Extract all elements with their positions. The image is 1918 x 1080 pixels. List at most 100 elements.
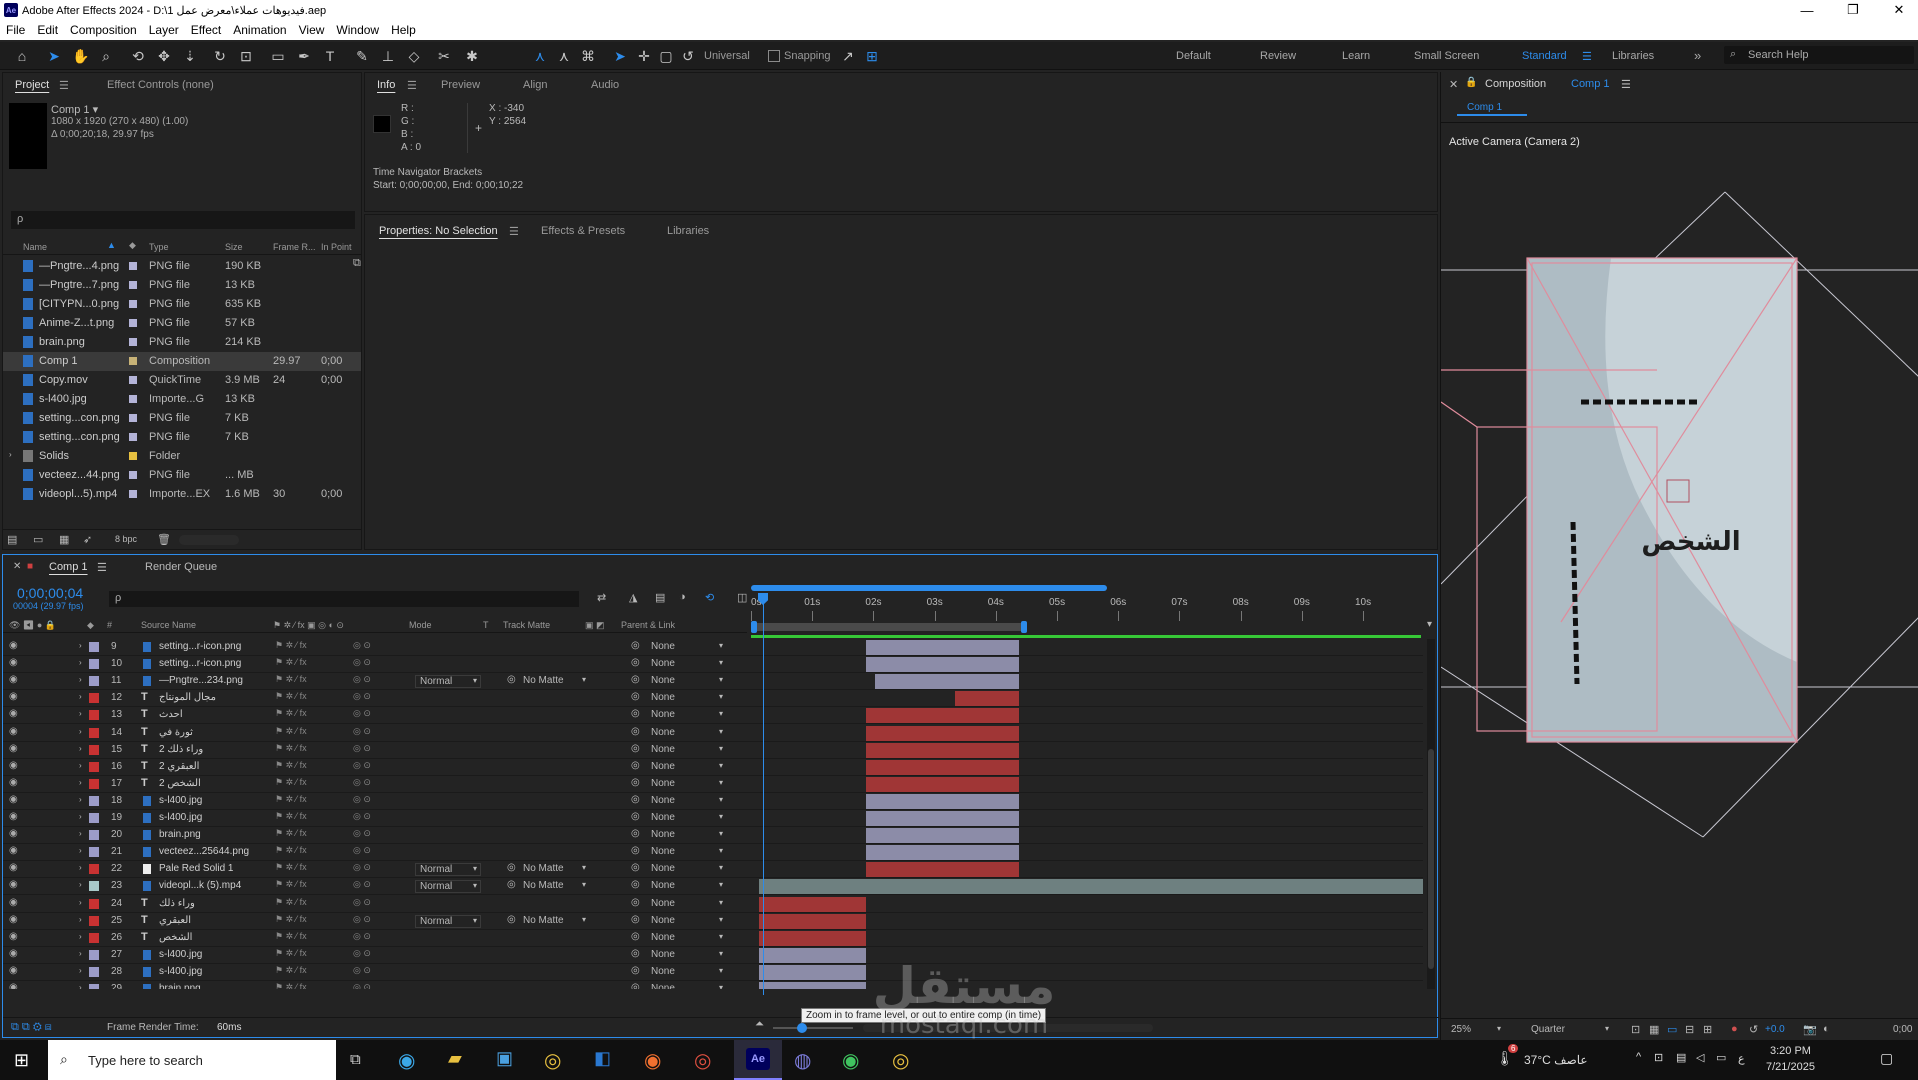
- layer-label-color[interactable]: [89, 727, 99, 738]
- timeline-layer-row[interactable]: ◉ › 14 T ثورة في ⚑ ✲ ⁄ fx ◎ ⊙ ◎ None ▾: [3, 725, 1423, 742]
- layer-3d-icon[interactable]: ◎ ⊙: [353, 811, 371, 822]
- eye-icon[interactable]: ◉: [9, 657, 18, 668]
- layer-label-color[interactable]: [89, 966, 99, 977]
- eye-icon[interactable]: ◉: [9, 897, 18, 908]
- matte-link-icon[interactable]: ◎: [507, 674, 516, 685]
- resolution-dropdown[interactable]: Quarter: [1531, 1024, 1565, 1035]
- interpret-footage-icon[interactable]: ▤: [7, 533, 17, 546]
- layer-3d-icon[interactable]: ◎ ⊙: [353, 828, 371, 839]
- windows-start-icon[interactable]: ⊞: [14, 1050, 29, 1071]
- layer-label-color[interactable]: [89, 778, 99, 789]
- matte-link-icon[interactable]: ◎: [507, 879, 516, 890]
- expand-arrow-icon[interactable]: ›: [79, 829, 82, 838]
- tray-chevron-icon[interactable]: ^: [1636, 1051, 1641, 1063]
- layer-name[interactable]: الشخص: [159, 932, 192, 943]
- expand-arrow-icon[interactable]: ›: [79, 727, 82, 736]
- timeline-layer-row[interactable]: ◉ › 16 T العبقري 2 ⚑ ✲ ⁄ fx ◎ ⊙ ◎ None ▾: [3, 759, 1423, 776]
- layer-duration-bar[interactable]: [866, 759, 1020, 775]
- layer-name[interactable]: vecteez...25644.png: [159, 846, 249, 857]
- expand-arrow-icon[interactable]: ›: [79, 966, 82, 975]
- project-item[interactable]: › Solids Folder: [3, 447, 361, 466]
- tab-project[interactable]: Project: [15, 79, 49, 91]
- layer-3d-icon[interactable]: ◎ ⊙: [353, 914, 371, 925]
- eye-icon[interactable]: ◉: [9, 828, 18, 839]
- timeline-layer-row[interactable]: ◉ › 25 T العبقري ⚑ ✲ ⁄ fx ◎ ⊙ Normal ▾ ◎ No Matte ▾…: [3, 913, 1423, 930]
- new-comp-icon[interactable]: ▦: [59, 533, 69, 546]
- blend-mode-dropdown[interactable]: Normal ▾: [415, 863, 481, 877]
- snap-options-icon[interactable]: ↗: [840, 48, 856, 64]
- comp-flowchart-icon[interactable]: ⇄: [597, 591, 606, 604]
- firefox-icon[interactable]: ◉: [644, 1048, 661, 1073]
- tray-app-icon[interactable]: ⊡: [1654, 1051, 1663, 1064]
- label-color-swatch[interactable]: [129, 452, 137, 460]
- layer-switches[interactable]: ⚑ ✲ ⁄ fx: [275, 657, 307, 668]
- col-size[interactable]: Size: [225, 242, 243, 252]
- layer-3d-icon[interactable]: ◎ ⊙: [353, 982, 371, 989]
- layer-name[interactable]: Pale Red Solid 1: [159, 863, 234, 874]
- layer-duration-bar[interactable]: [954, 691, 1020, 707]
- menu-edit[interactable]: Edit: [31, 23, 64, 37]
- expand-arrow-icon[interactable]: ›: [79, 898, 82, 907]
- layer-label-color[interactable]: [89, 915, 99, 926]
- expand-arrow-icon[interactable]: ›: [79, 778, 82, 787]
- clock-time[interactable]: 3:20 PM: [1770, 1045, 1811, 1057]
- pickwhip-icon[interactable]: ◎: [631, 914, 640, 925]
- layer-label-color[interactable]: [89, 830, 99, 841]
- layer-duration-bar[interactable]: [866, 828, 1020, 844]
- layer-label-color[interactable]: [89, 864, 99, 875]
- comp-tab-name[interactable]: Comp 1: [1571, 78, 1610, 90]
- zoom-slider[interactable]: [773, 1027, 853, 1029]
- exposure-value[interactable]: +0.0: [1765, 1024, 1785, 1035]
- eye-icon[interactable]: ◉: [9, 674, 18, 685]
- parent-dropdown[interactable]: None ▾: [647, 812, 727, 825]
- volume-icon[interactable]: ◁: [1696, 1051, 1704, 1064]
- expand-arrow-icon[interactable]: ›: [79, 932, 82, 941]
- project-item[interactable]: vecteez...44.png PNG file ... MB: [3, 466, 361, 485]
- eye-icon[interactable]: ◉: [9, 965, 18, 976]
- project-item[interactable]: s-l400.jpg Importe...G 13 KB: [3, 390, 361, 409]
- zoom-tool-icon[interactable]: ⌕: [98, 48, 114, 64]
- pickwhip-icon[interactable]: ◎: [631, 828, 640, 839]
- blend-mode-dropdown[interactable]: Normal ▾: [415, 914, 481, 928]
- eye-icon[interactable]: ◉: [9, 691, 18, 702]
- parent-dropdown[interactable]: None ▾: [647, 829, 727, 842]
- weather-text[interactable]: 37°C عاصف: [1524, 1053, 1588, 1067]
- tab-libraries[interactable]: Libraries: [667, 225, 709, 237]
- layer-duration-bar[interactable]: [875, 674, 1020, 690]
- parent-dropdown[interactable]: None ▾: [647, 966, 727, 979]
- layer-label-color[interactable]: [89, 881, 99, 892]
- timeline-layer-row[interactable]: ◉ › 28 s-l400.jpg ⚑ ✲ ⁄ fx ◎ ⊙ ◎ None ▾: [3, 964, 1423, 981]
- expand-arrow-icon[interactable]: ›: [79, 675, 82, 684]
- new-folder-icon[interactable]: ▭: [33, 533, 43, 546]
- eye-icon[interactable]: ◉: [9, 777, 18, 788]
- pickwhip-icon[interactable]: ◎: [631, 897, 640, 908]
- menu-view[interactable]: View: [293, 23, 331, 37]
- layer-name[interactable]: videopl...k (5).mp4: [159, 880, 241, 891]
- expand-arrow-icon[interactable]: ›: [79, 915, 82, 924]
- parent-dropdown[interactable]: None ▾: [647, 658, 727, 671]
- roto-tool-icon[interactable]: ✂: [436, 48, 452, 64]
- close-icon[interactable]: ✕: [1876, 0, 1918, 20]
- eye-icon[interactable]: ◉: [9, 760, 18, 771]
- pickwhip-icon[interactable]: ◎: [631, 691, 640, 702]
- chrome-app-icon[interactable]: ◎: [892, 1048, 909, 1073]
- col-name[interactable]: Name: [23, 242, 47, 252]
- timeline-layer-row[interactable]: ◉ › 24 T وراء ذلك ⚑ ✲ ⁄ fx ◎ ⊙ ◎ None ▾: [3, 896, 1423, 913]
- layer-switches[interactable]: ⚑ ✲ ⁄ fx: [275, 828, 307, 839]
- parent-dropdown[interactable]: None ▾: [647, 949, 727, 962]
- parent-dropdown[interactable]: None ▾: [647, 795, 727, 808]
- label-color-swatch[interactable]: [129, 281, 137, 289]
- workspace-default[interactable]: Default: [1176, 50, 1211, 62]
- zoom-out-icon[interactable]: ⏶: [755, 1018, 764, 1031]
- layer-3d-icon[interactable]: ◎ ⊙: [353, 897, 371, 908]
- eye-icon[interactable]: ◉: [9, 640, 18, 651]
- matte-link-icon[interactable]: ◎: [507, 914, 516, 925]
- timeline-layer-row[interactable]: ◉ › 13 T احدث ⚑ ✲ ⁄ fx ◎ ⊙ ◎ None ▾: [3, 707, 1423, 725]
- layer-3d-icon[interactable]: ◎ ⊙: [353, 691, 371, 702]
- expand-arrow-icon[interactable]: ›: [79, 983, 82, 989]
- fast-preview-icon[interactable]: ⊡: [1631, 1023, 1640, 1036]
- type-tool-icon[interactable]: T: [322, 48, 338, 64]
- layer-name[interactable]: العبقري: [159, 915, 191, 926]
- track-matte-dropdown[interactable]: No Matte ▾: [523, 675, 589, 688]
- pickwhip-icon[interactable]: ◎: [631, 657, 640, 668]
